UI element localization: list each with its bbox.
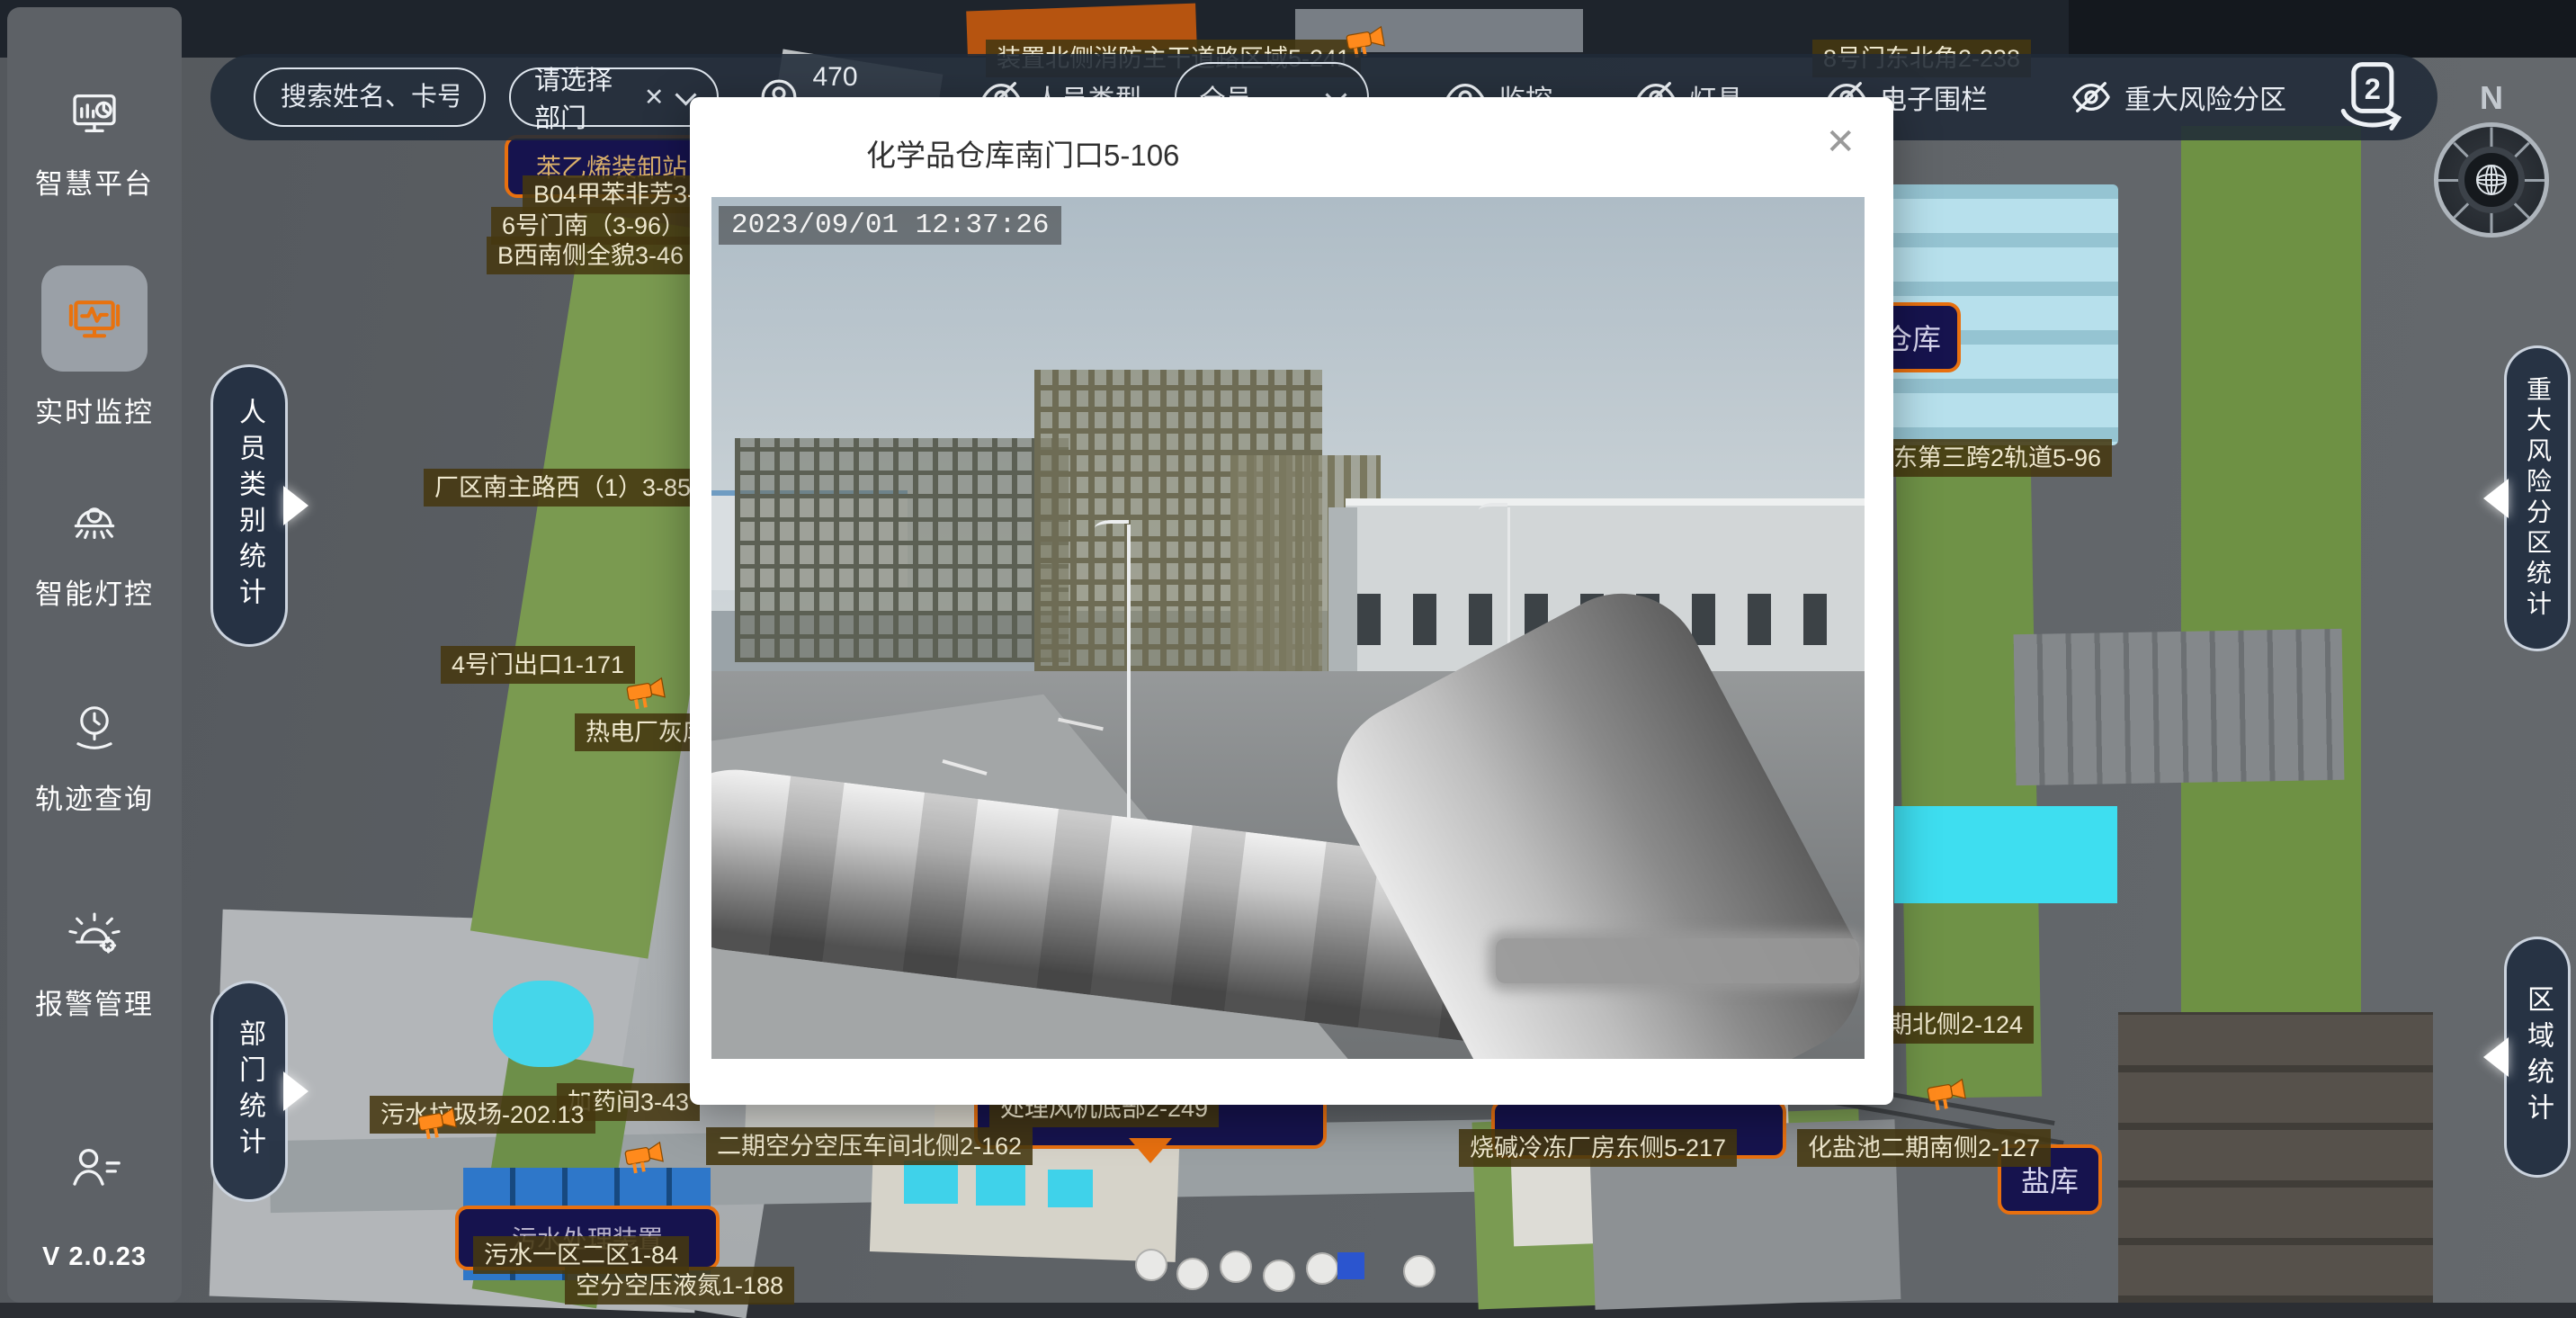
scene-steel-structure [735, 438, 1069, 662]
department-select[interactable]: 请选择部门 ✕ [509, 67, 719, 127]
track-icon [65, 699, 124, 758]
tab-label: 人员类别统计 [229, 398, 269, 614]
version-label: V 2.0.23 [7, 1242, 182, 1272]
compass[interactable]: N [2434, 79, 2549, 238]
camera-modal: 化学品仓库南门口5-106 ✕ 2023/09/01 12:37:26 [690, 97, 1893, 1105]
eye-off-icon [2071, 76, 2112, 118]
alarm-icon [65, 904, 124, 964]
toggle-risk-zone[interactable]: 重大风险分区 [2071, 76, 2286, 118]
sidebar-item-alarm-manage[interactable]: 报警管理 [7, 860, 182, 1065]
map-label[interactable]: 化盐池二期南侧2-127 [1797, 1129, 2051, 1167]
map-label[interactable]: 二期空分空压车间北侧2-162 [706, 1127, 1033, 1165]
tab-department-stats[interactable]: 部门统计 [210, 981, 288, 1202]
sidebar-item-smart-light[interactable]: 智能灯控 [7, 450, 182, 655]
blurred-watermark [1496, 938, 1859, 983]
map-label[interactable]: 污水垃圾场-202.13 [370, 1096, 595, 1134]
map-label[interactable]: 4号门出口1-171 [441, 646, 635, 684]
compass-center [2458, 147, 2525, 213]
map-label[interactable]: 烧碱冷冻厂房东侧5-217 [1459, 1129, 1737, 1167]
tab-person-category-stats[interactable]: 人员类别统计 [210, 364, 288, 647]
scene-lamp-arm [1095, 520, 1129, 536]
tab-area-stats[interactable]: 区域统计 [2504, 937, 2571, 1178]
light-icon [65, 494, 124, 553]
sidebar-item-smart-platform[interactable]: 智慧平台 [7, 40, 182, 245]
department-placeholder: 请选择部门 [534, 59, 630, 135]
close-icon[interactable]: ✕ [1825, 124, 1856, 160]
search-pill[interactable] [254, 67, 486, 127]
toggle-label: 重大风险分区 [2124, 77, 2286, 117]
sidebar-item-label: 报警管理 [35, 982, 154, 1022]
user-icon [65, 1138, 124, 1197]
camera-icon[interactable] [1925, 1078, 1972, 1114]
map-label[interactable]: 厂区南主路西（1）3-85 [424, 469, 702, 507]
sidebar-item-trajectory-query[interactable]: 轨迹查询 [7, 655, 182, 860]
camera-icon[interactable] [624, 677, 671, 713]
toggle-label: 电子围栏 [1880, 77, 1988, 117]
map-label[interactable]: 空分空压液氮1-188 [565, 1267, 794, 1305]
camera-icon[interactable] [416, 1107, 462, 1143]
clear-icon[interactable]: ✕ [644, 85, 665, 110]
camera-feed: 2023/09/01 12:37:26 [711, 197, 1865, 1059]
rotate-2d-badge[interactable]: 2 [2328, 56, 2411, 139]
sidebar-item-label: 轨迹查询 [35, 776, 154, 817]
tab-label: 部门统计 [229, 1019, 269, 1163]
expand-arrow-icon [283, 486, 328, 525]
sidebar-items: 智慧平台 实时监控 智能灯控 轨迹查询 报警管理 [7, 40, 182, 1270]
tab-label: 重大风险分区统计 [2519, 376, 2555, 621]
sidebar-item-label: 实时监控 [35, 390, 154, 430]
sidebar-item-label: 智能灯控 [35, 571, 154, 612]
map-label[interactable]: B西南侧全貌3-46 [487, 237, 694, 274]
compass-rose[interactable] [2434, 122, 2549, 238]
dashboard-icon [65, 84, 124, 143]
expand-arrow-icon [283, 1071, 328, 1111]
sidebar-item-realtime-monitor[interactable]: 实时监控 [7, 245, 182, 450]
sidebar-item-user-list[interactable] [7, 1065, 182, 1270]
globe-icon [2469, 157, 2514, 202]
map-label[interactable]: 东第三跨2轨道5-96 [1883, 439, 2112, 477]
expand-arrow-icon [2464, 1037, 2509, 1077]
north-label: N [2434, 79, 2549, 117]
sidebar-item-label: 智慧平台 [35, 161, 154, 202]
camera-icon[interactable] [622, 1141, 669, 1177]
modal-title: 化学品仓库南门口5-106 [866, 131, 1179, 175]
camera-timestamp: 2023/09/01 12:37:26 [719, 206, 1061, 245]
tab-risk-zone-stats[interactable]: 重大风险分区统计 [2504, 345, 2571, 651]
scene-lamp-pole [1127, 525, 1131, 835]
scene-lamp-arm [1479, 503, 1507, 517]
expand-arrow-icon [2464, 479, 2509, 518]
sidebar: 智慧平台 实时监控 智能灯控 轨迹查询 报警管理 V 2.0.23 [7, 7, 182, 1303]
search-input[interactable] [279, 82, 461, 113]
monitor-icon [41, 265, 148, 372]
tab-label: 区域统计 [2518, 985, 2557, 1129]
svg-text:2: 2 [2365, 73, 2381, 105]
